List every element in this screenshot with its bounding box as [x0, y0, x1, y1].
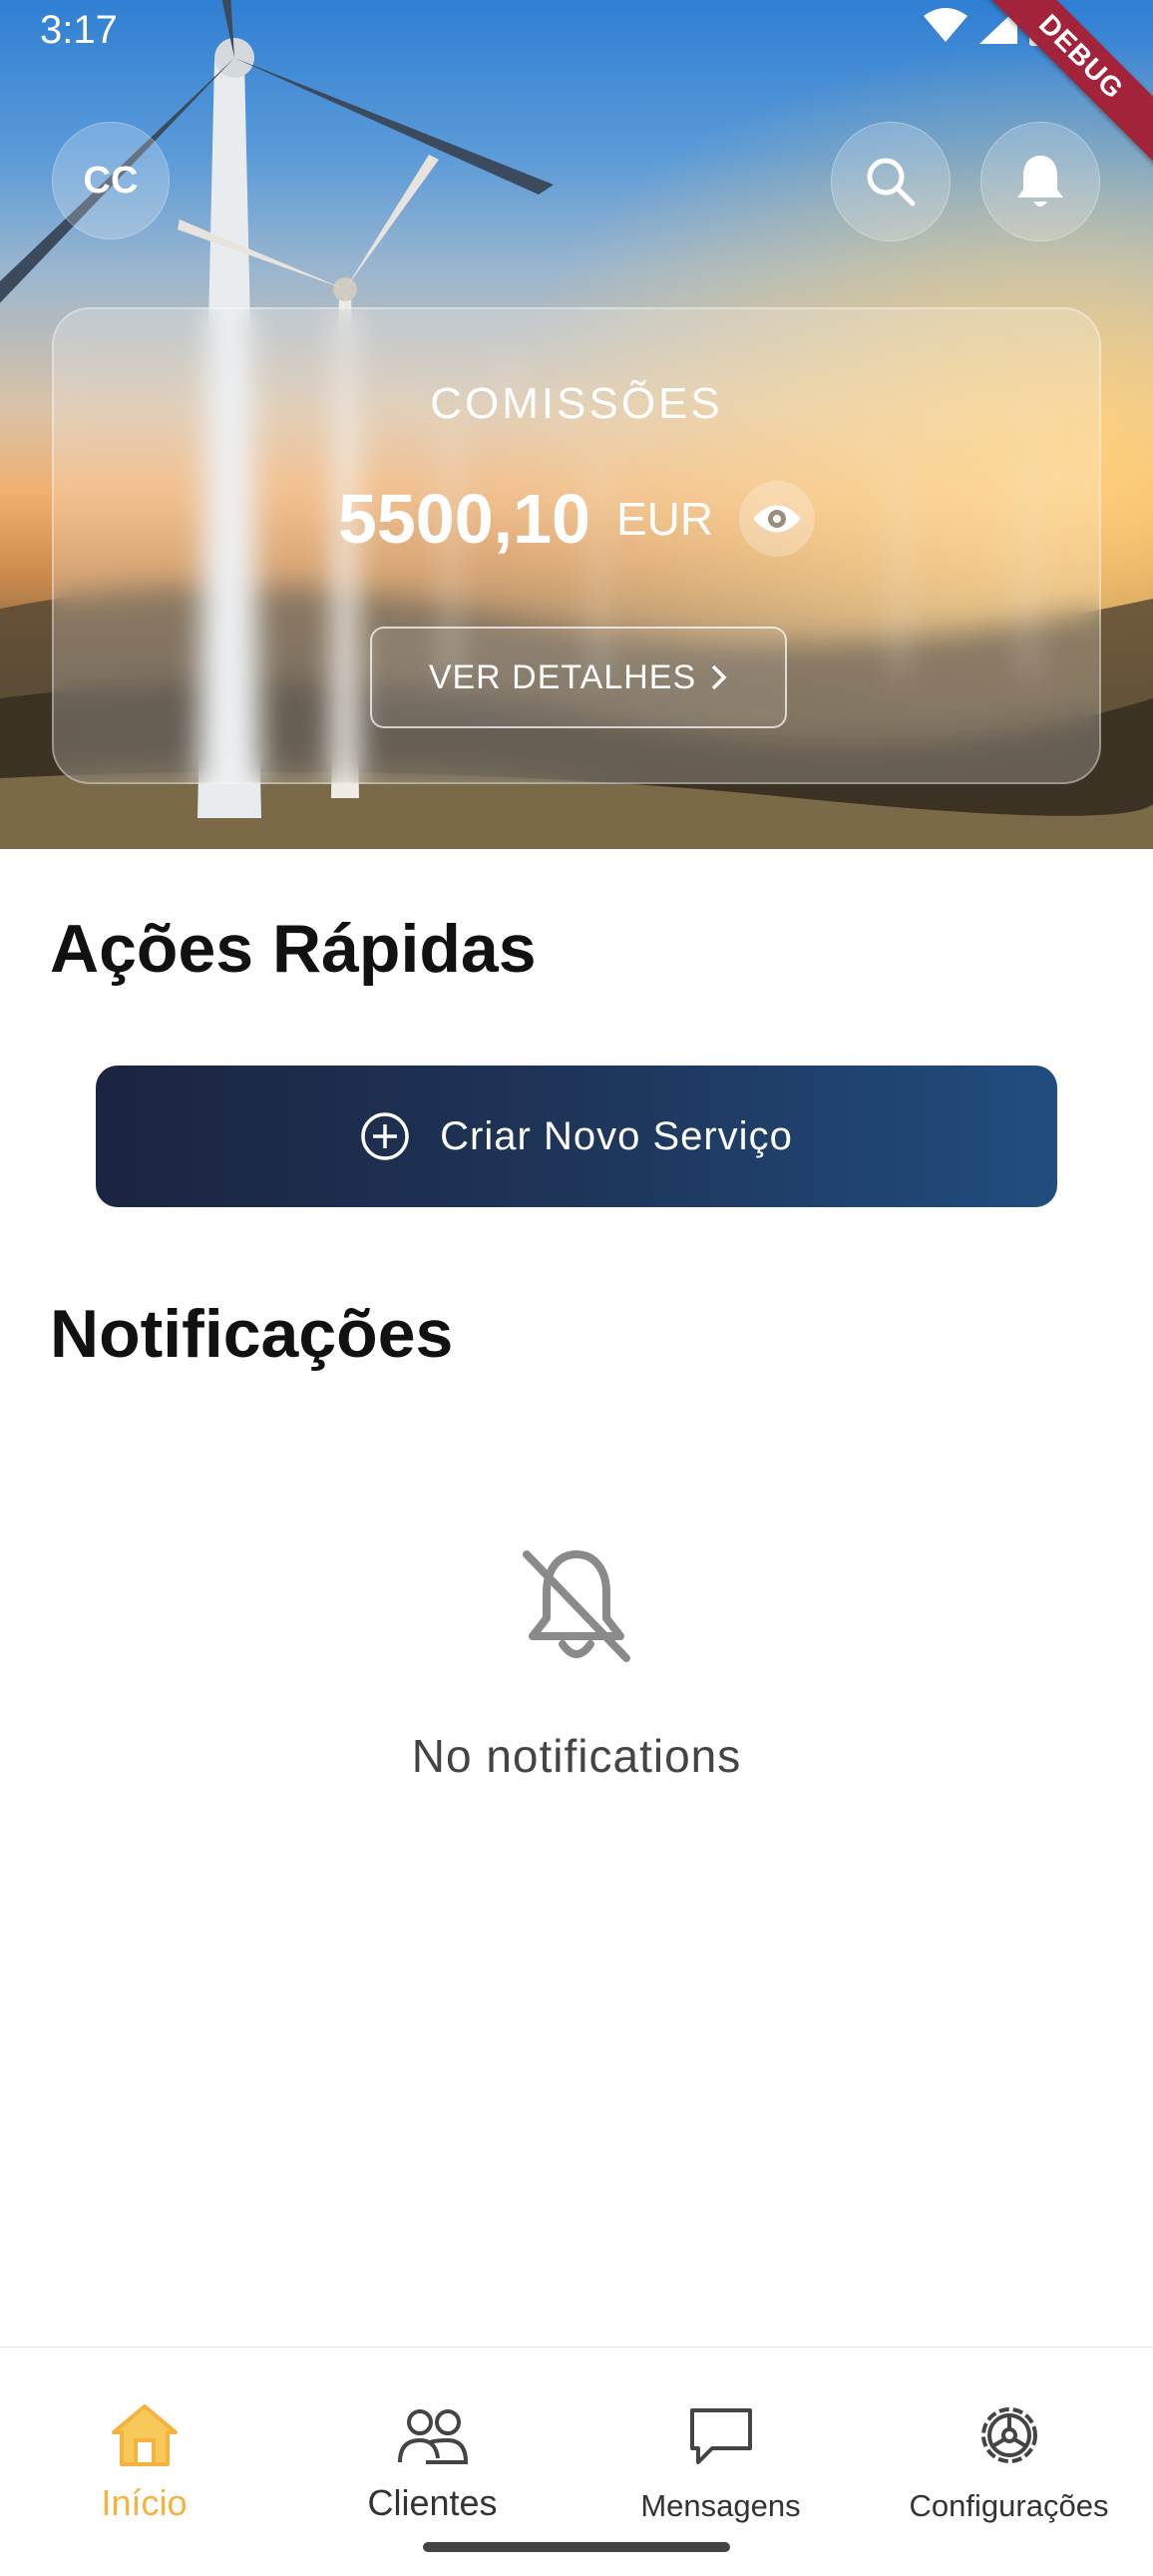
hero-banner: 3:17 DEBUG CC COMISSÕES 5500,10 EUR VER …	[0, 0, 1153, 849]
create-service-label: Criar Novo Serviço	[440, 1113, 793, 1158]
nav-label-clientes: Clientes	[367, 2482, 498, 2523]
quick-actions-title: Ações Rápidas	[50, 911, 537, 987]
nav-label-mensagens: Mensagens	[640, 2488, 801, 2523]
view-details-button[interactable]: VER DETALHES	[370, 627, 787, 728]
add-circle-icon	[361, 1112, 409, 1160]
search-icon	[867, 158, 916, 207]
commissions-amount-row: 5500,10 EUR	[54, 479, 1099, 559]
home-indicator[interactable]	[423, 2542, 730, 2552]
home-icon	[111, 2404, 178, 2466]
nav-label-inicio: Início	[101, 2482, 188, 2523]
chevron-right-icon	[711, 664, 727, 690]
status-time: 3:17	[40, 8, 118, 52]
commissions-card: COMISSÕES 5500,10 EUR VER DETALHES	[52, 307, 1101, 784]
notifications-button[interactable]	[980, 122, 1100, 241]
nav-item-inicio[interactable]: Início	[0, 2402, 288, 2524]
bell-off-icon	[523, 1550, 630, 1662]
settings-icon	[980, 2407, 1037, 2463]
commissions-title: COMISSÕES	[430, 379, 723, 428]
nav-item-clientes[interactable]: Clientes	[288, 2402, 576, 2524]
create-service-button[interactable]: Criar Novo Serviço	[96, 1066, 1057, 1207]
toggle-visibility-button[interactable]	[739, 481, 816, 557]
wifi-icon	[924, 8, 967, 42]
nav-item-configuracoes[interactable]: Configurações	[865, 2402, 1153, 2524]
search-button[interactable]	[831, 122, 951, 241]
commissions-amount: 5500,10	[337, 480, 590, 558]
view-details-label: VER DETALHES	[428, 657, 697, 696]
user-avatar[interactable]: CC	[52, 122, 170, 239]
commissions-currency: EUR	[615, 493, 714, 545]
nav-label-configuracoes: Configurações	[909, 2488, 1109, 2523]
users-icon	[397, 2409, 468, 2464]
bell-icon	[1017, 156, 1063, 207]
nav-item-mensagens[interactable]: Mensagens	[576, 2402, 865, 2524]
empty-notifications-message: No notifications	[411, 1730, 742, 1782]
chat-icon	[689, 2408, 752, 2464]
eye-icon	[753, 505, 802, 533]
notifications-title: Notificações	[50, 1296, 454, 1372]
